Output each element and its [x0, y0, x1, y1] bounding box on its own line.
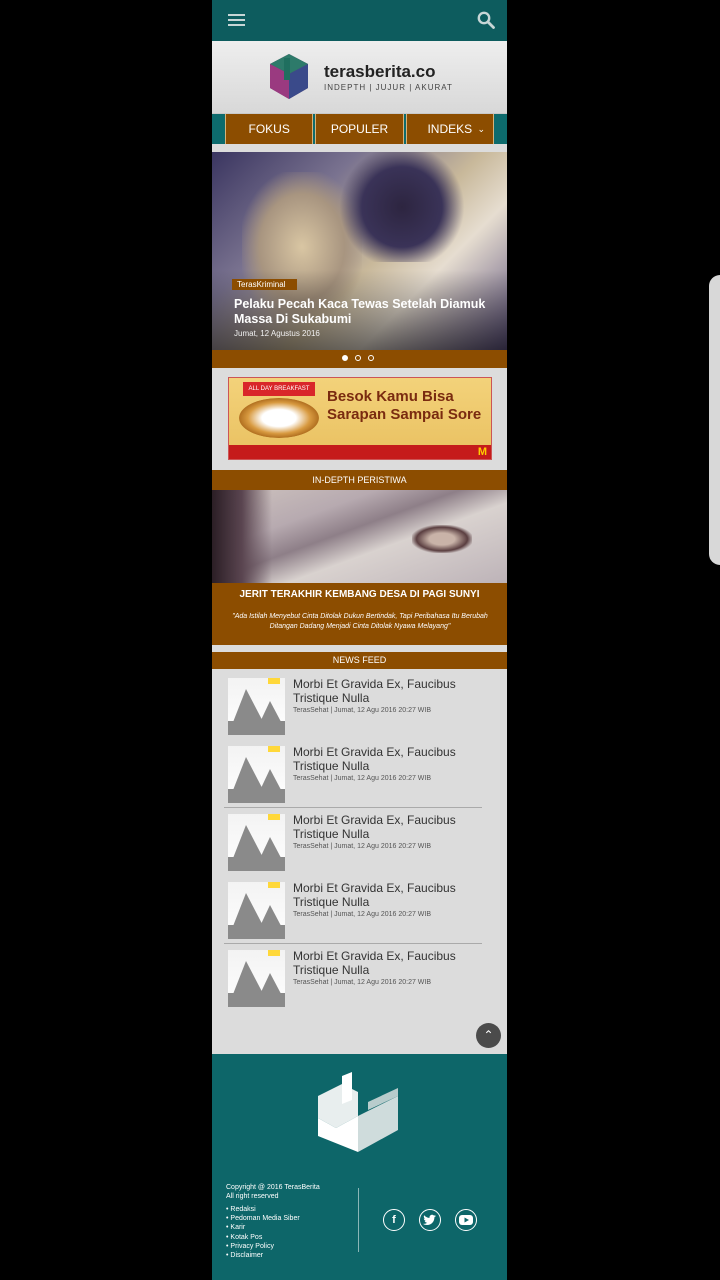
ad-brand-logo: M: [477, 446, 487, 458]
list-item[interactable]: Morbi Et Gravida Ex, Faucibus Tristique …: [212, 672, 507, 740]
copyright-line: Copyright @ 2016 TerasBerita: [226, 1184, 320, 1191]
indepth-title[interactable]: JERIT TERAKHIR KEMBANG DESA DI PAGI SUNY…: [212, 589, 507, 600]
feed-item-meta: TerasSehat | Jumat, 12 Agu 2016 20:27 WI…: [293, 911, 432, 918]
youtube-icon[interactable]: [455, 1209, 477, 1231]
slider-dot-3[interactable]: [368, 355, 374, 361]
slider-pagination: [212, 350, 507, 368]
slide-category-badge[interactable]: TerasKriminal: [232, 279, 297, 290]
chevron-up-icon: ⌃: [483, 1028, 494, 1042]
thumbnail-image: [228, 814, 285, 871]
advertisement-banner[interactable]: ALL DAY BREAKFAST Besok Kamu Bisa Sarapa…: [228, 377, 492, 460]
footer-links: • Redaksi • Pedoman Media Siber • Karir …: [226, 1205, 300, 1260]
site-name: terasberita.co: [324, 62, 436, 81]
ad-ribbon: ALL DAY BREAKFAST: [243, 382, 315, 396]
footer-link-disclaimer[interactable]: • Disclaimer: [226, 1251, 300, 1260]
feed-item-meta: TerasSehat | Jumat, 12 Agu 2016 20:27 WI…: [293, 707, 432, 714]
indepth-description: "Ada Istilah Menyebut Cinta Ditolak Duku…: [232, 613, 488, 630]
feed-item-title[interactable]: Morbi Et Gravida Ex, Faucibus Tristique …: [293, 745, 493, 773]
edge-panel-handle[interactable]: [709, 275, 720, 565]
indepth-image-shade: [212, 490, 272, 583]
feed-item-title[interactable]: Morbi Et Gravida Ex, Faucibus Tristique …: [293, 881, 493, 909]
footer-link-label: Pedoman Media Siber: [230, 1215, 300, 1223]
browser-page: terasberita.co INDEPTH | JUJUR | AKURAT …: [212, 0, 507, 1280]
rights-line: All right reserved: [226, 1193, 279, 1200]
menu-icon[interactable]: [228, 14, 245, 27]
indepth-card[interactable]: JERIT TERAKHIR KEMBANG DESA DI PAGI SUNY…: [212, 583, 507, 645]
footer-link-label: Redaksi: [230, 1206, 256, 1213]
site-header: terasberita.co INDEPTH | JUJUR | AKURAT: [212, 41, 507, 113]
footer-link-kotak-pos[interactable]: • Kotak Pos: [226, 1233, 300, 1242]
nav-populer[interactable]: POPULER: [315, 114, 404, 144]
news-feed-header: NEWS FEED: [212, 652, 507, 669]
nav-label: POPULER: [330, 122, 389, 136]
footer-link-label: Disclaimer: [230, 1252, 264, 1260]
list-item[interactable]: Morbi Et Gravida Ex, Faucibus Tristique …: [212, 808, 507, 876]
nav-indeks[interactable]: INDEKS ⌄: [405, 114, 494, 144]
feed-item-title[interactable]: Morbi Et Gravida Ex, Faucibus Tristique …: [293, 677, 493, 705]
search-icon[interactable]: [477, 11, 495, 29]
copyright-text: Copyright @ 2016 TerasBerita All right r…: [226, 1183, 320, 1201]
indepth-image[interactable]: [212, 490, 507, 583]
thumbnail-image: [228, 678, 285, 735]
thumbnail-image: [228, 746, 285, 803]
main-nav: FOKUS POPULER INDEKS ⌄: [212, 113, 507, 144]
feed-item-title[interactable]: Morbi Et Gravida Ex, Faucibus Tristique …: [293, 813, 493, 841]
ad-footer-strip: [229, 445, 491, 459]
list-item[interactable]: Morbi Et Gravida Ex, Faucibus Tristique …: [212, 944, 507, 1012]
slide-date: Jumat, 12 Agustus 2016: [234, 329, 320, 338]
site-logo[interactable]: [264, 52, 314, 102]
headline-slider[interactable]: TerasKriminal Pelaku Pecah Kaca Tewas Se…: [212, 152, 507, 350]
thumbnail-image: [228, 950, 285, 1007]
footer-divider: [358, 1188, 359, 1252]
thumbnail-image: [228, 882, 285, 939]
nav-label: INDEKS: [427, 122, 473, 136]
footer-link-label: Karir: [230, 1224, 246, 1232]
footer-link-redaksi[interactable]: • Redaksi: [226, 1205, 300, 1214]
facebook-icon[interactable]: f: [383, 1209, 405, 1231]
feed-item-title[interactable]: Morbi Et Gravida Ex, Faucibus Tristique …: [293, 949, 493, 977]
site-footer: Copyright @ 2016 TerasBerita All right r…: [212, 1054, 507, 1280]
footer-link-label: Privacy Policy: [230, 1242, 274, 1250]
slide-title[interactable]: Pelaku Pecah Kaca Tewas Setelah Diamuk M…: [234, 297, 494, 327]
scroll-to-top-button[interactable]: ⌃: [476, 1023, 501, 1048]
top-bar: [212, 0, 507, 41]
slider-dot-1[interactable]: [342, 355, 348, 361]
list-item[interactable]: Morbi Et Gravida Ex, Faucibus Tristique …: [212, 876, 507, 944]
ad-subheadline: Sarapan Sampai Sore: [327, 406, 482, 423]
nav-fokus[interactable]: FOKUS: [225, 114, 314, 144]
site-tagline: INDEPTH | JUJUR | AKURAT: [324, 83, 453, 92]
indepth-section-header: IN-DEPTH PERISTIWA: [212, 470, 507, 490]
slide-image-detail: [332, 152, 472, 262]
indepth-image-detail: [412, 525, 472, 553]
news-feed-list: Morbi Et Gravida Ex, Faucibus Tristique …: [212, 672, 507, 1012]
ad-headline: Besok Kamu Bisa: [327, 388, 454, 405]
chevron-down-icon: ⌄: [477, 124, 485, 134]
list-item[interactable]: Morbi Et Gravida Ex, Faucibus Tristique …: [212, 740, 507, 808]
footer-link-karir[interactable]: • Karir: [226, 1223, 300, 1232]
footer-link-label: Kotak Pos: [230, 1233, 263, 1241]
nav-label: FOKUS: [248, 122, 290, 136]
footer-link-privacy[interactable]: • Privacy Policy: [226, 1242, 300, 1251]
feed-item-meta: TerasSehat | Jumat, 12 Agu 2016 20:27 WI…: [293, 843, 432, 850]
slider-dot-2[interactable]: [355, 355, 361, 361]
footer-logo[interactable]: [312, 1072, 404, 1160]
feed-item-meta: TerasSehat | Jumat, 12 Agu 2016 20:27 WI…: [293, 775, 432, 782]
ad-food-image: [239, 398, 319, 438]
footer-link-pedoman[interactable]: • Pedoman Media Siber: [226, 1214, 300, 1223]
feed-item-meta: TerasSehat | Jumat, 12 Agu 2016 20:27 WI…: [293, 979, 432, 986]
twitter-icon[interactable]: [419, 1209, 441, 1231]
